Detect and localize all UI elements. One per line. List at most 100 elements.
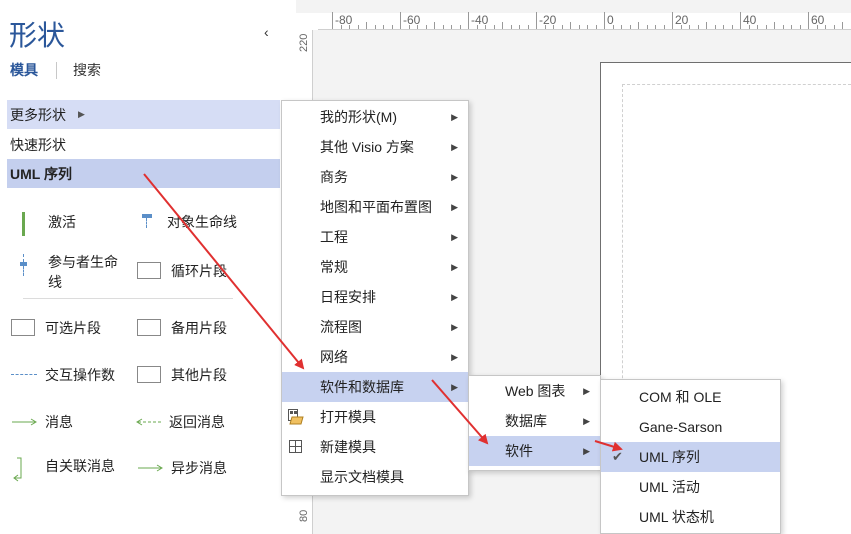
ruler-minor-tick bbox=[799, 25, 801, 29]
stencil-shape-label: 消息 bbox=[45, 414, 73, 430]
object-lifeline-icon bbox=[139, 212, 161, 238]
ruler-minor-tick bbox=[757, 25, 758, 29]
ruler-minor-tick bbox=[357, 25, 359, 29]
self-message-icon bbox=[11, 456, 39, 482]
software-submenu: COM 和 OLE Gane-Sarson ✔ UML 序列 UML 活动 UM… bbox=[600, 379, 781, 534]
menu-item-my-shapes[interactable]: 我的形状(M) ▶ bbox=[282, 102, 468, 132]
ruler-label: 20 bbox=[675, 13, 689, 27]
ruler-minor-tick bbox=[578, 25, 580, 29]
menu-item-gane-sarson[interactable]: Gane-Sarson bbox=[601, 412, 780, 442]
stencil-shape-object-lifeline[interactable]: 对象生命线 bbox=[139, 212, 237, 238]
menu-item-software-database[interactable]: 软件和数据库 ▶ bbox=[282, 372, 468, 402]
ruler-minor-tick bbox=[408, 25, 410, 29]
ruler-label: 60 bbox=[811, 13, 825, 27]
ruler-minor-tick bbox=[689, 25, 690, 29]
ruler-minor-tick bbox=[570, 22, 571, 29]
menu-item-show-document-stencil[interactable]: 显示文档模具 bbox=[282, 462, 468, 492]
stencil-divider bbox=[23, 298, 233, 299]
menu-item-general[interactable]: 常规 ▶ bbox=[282, 252, 468, 282]
submenu-arrow-icon: ▶ bbox=[451, 201, 458, 212]
collapse-pane-button[interactable]: ‹ bbox=[264, 24, 269, 40]
submenu-arrow-icon: ▶ bbox=[451, 261, 458, 272]
menu-item-web-diagram[interactable]: Web 图表 ▶ bbox=[469, 376, 600, 406]
ruler-minor-tick bbox=[706, 22, 707, 29]
menu-item-uml-state-machine[interactable]: UML 状态机 bbox=[601, 502, 780, 532]
ruler-minor-tick bbox=[723, 25, 724, 29]
menu-item-label: 其他 Visio 方案 bbox=[320, 139, 414, 155]
ruler-minor-tick bbox=[493, 25, 495, 29]
ruler-minor-tick bbox=[638, 22, 639, 29]
ruler-label: 220 bbox=[298, 33, 310, 52]
ruler-minor-tick bbox=[714, 25, 716, 29]
menu-item-uml-activity[interactable]: UML 活动 bbox=[601, 472, 780, 502]
ruler-minor-tick bbox=[697, 25, 699, 29]
ruler-minor-tick bbox=[680, 25, 682, 29]
ruler-minor-tick bbox=[765, 25, 767, 29]
stencil-shape-other-fragment[interactable]: 其他片段 bbox=[137, 365, 227, 391]
menu-item-new-stencil[interactable]: 新建模具 bbox=[282, 432, 468, 462]
message-icon bbox=[11, 412, 39, 438]
menu-item-other-visio[interactable]: 其他 Visio 方案 ▶ bbox=[282, 132, 468, 162]
ruler-minor-tick bbox=[731, 25, 733, 29]
menu-item-business[interactable]: 商务 ▶ bbox=[282, 162, 468, 192]
stencil-shape-activation[interactable]: 激活 bbox=[14, 212, 76, 238]
menu-item-label: COM 和 OLE bbox=[639, 389, 722, 405]
menu-item-software[interactable]: 软件 ▶ bbox=[469, 436, 600, 466]
ruler-minor-tick bbox=[816, 25, 818, 29]
ruler-minor-tick bbox=[476, 25, 478, 29]
ruler-major-tick bbox=[332, 12, 333, 29]
menu-item-schedule[interactable]: 日程安排 ▶ bbox=[282, 282, 468, 312]
menu-item-label: Gane-Sarson bbox=[639, 419, 723, 435]
ruler-minor-tick bbox=[502, 22, 503, 29]
ruler-minor-tick bbox=[451, 25, 452, 29]
stencil-shape-async-message[interactable]: 异步消息 bbox=[137, 458, 227, 484]
tab-search[interactable]: 搜索 bbox=[73, 60, 101, 80]
menu-item-label: 数据库 bbox=[505, 413, 547, 429]
ruler-minor-tick bbox=[442, 25, 444, 29]
menu-item-label: UML 序列 bbox=[639, 449, 700, 465]
ruler-minor-tick bbox=[791, 25, 792, 29]
optional-fragment-icon bbox=[11, 318, 39, 344]
stencil-shape-message[interactable]: 消息 bbox=[11, 412, 73, 438]
ruler-major-tick bbox=[536, 12, 537, 29]
ruler-minor-tick bbox=[655, 25, 656, 29]
stencil-shape-return-message[interactable]: 返回消息 bbox=[135, 412, 225, 438]
menu-item-network[interactable]: 网络 ▶ bbox=[282, 342, 468, 372]
submenu-arrow-icon: ▶ bbox=[451, 171, 458, 182]
menu-item-database[interactable]: 数据库 ▶ bbox=[469, 406, 600, 436]
stencil-shape-label: 其他片段 bbox=[171, 367, 227, 383]
ruler-major-tick bbox=[604, 12, 605, 29]
menu-item-flowchart[interactable]: 流程图 ▶ bbox=[282, 312, 468, 342]
stencil-shape-label: 备用片段 bbox=[171, 320, 227, 336]
menu-item-label: UML 状态机 bbox=[639, 509, 714, 525]
ruler-minor-tick bbox=[425, 25, 427, 29]
stencil-shape-loop-fragment[interactable]: 循环片段 bbox=[137, 261, 227, 287]
stencil-shape-actor-lifeline[interactable]: 参与者生命线 bbox=[14, 252, 128, 292]
checkmark-icon: ✔ bbox=[612, 449, 623, 464]
more-shapes-menu: 我的形状(M) ▶ 其他 Visio 方案 ▶ 商务 ▶ 地图和平面布置图 ▶ … bbox=[281, 100, 469, 496]
pane-tabs: 模具 搜索 bbox=[10, 60, 101, 80]
menu-item-engineering[interactable]: 工程 ▶ bbox=[282, 222, 468, 252]
menu-item-uml-sequence[interactable]: ✔ UML 序列 bbox=[601, 442, 780, 472]
uml-sequence-stencil-item[interactable]: UML 序列 bbox=[7, 159, 280, 188]
tab-stencils[interactable]: 模具 bbox=[10, 60, 38, 80]
ruler-corner bbox=[296, 13, 318, 30]
menu-item-label: 打开模具 bbox=[320, 409, 376, 425]
stencil-shape-interaction-operand[interactable]: 交互操作数 bbox=[11, 365, 115, 391]
menu-item-label: 日程安排 bbox=[320, 289, 376, 305]
menu-item-com-ole[interactable]: COM 和 OLE bbox=[601, 382, 780, 412]
stencil-shape-self-message[interactable]: 自关联消息 bbox=[11, 456, 115, 482]
submenu-arrow-icon: ▶ bbox=[451, 231, 458, 242]
ruler-minor-tick bbox=[519, 25, 520, 29]
stencil-shape-optional-fragment[interactable]: 可选片段 bbox=[11, 318, 101, 344]
ruler-minor-tick bbox=[383, 25, 384, 29]
menu-item-maps[interactable]: 地图和平面布置图 ▶ bbox=[282, 192, 468, 222]
quick-shapes-item[interactable]: 快速形状 bbox=[7, 130, 280, 159]
ruler-minor-tick bbox=[485, 25, 486, 29]
more-shapes-button[interactable]: 更多形状 ▶ bbox=[7, 100, 280, 129]
other-fragment-icon bbox=[137, 365, 165, 391]
new-stencil-icon bbox=[288, 439, 304, 455]
menu-item-label: 流程图 bbox=[320, 319, 362, 335]
stencil-shape-alternative-fragment[interactable]: 备用片段 bbox=[137, 318, 227, 344]
menu-item-open-stencil[interactable]: 打开模具 bbox=[282, 402, 468, 432]
